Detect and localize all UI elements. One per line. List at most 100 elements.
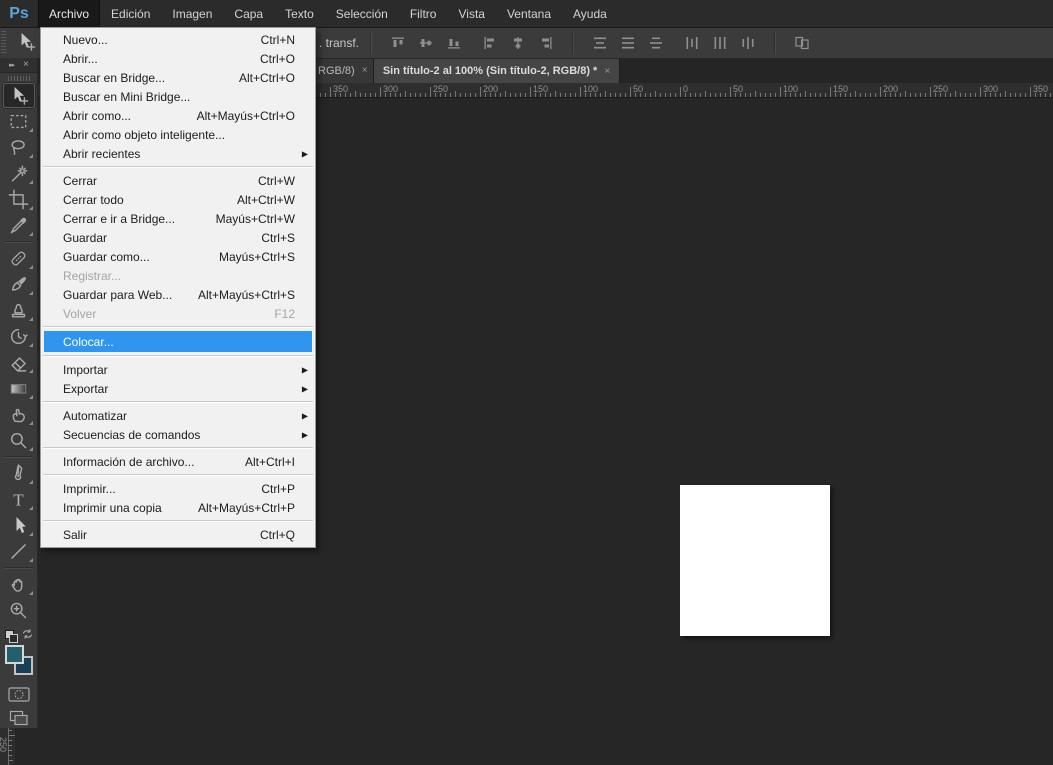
move-tool-button[interactable]	[3, 83, 35, 108]
menu-item-shortcut: Ctrl+S	[261, 231, 295, 245]
menu-item-colocar[interactable]: Colocar...	[44, 331, 312, 352]
ruler-tick	[815, 93, 816, 97]
menu-item-abrir-como-objeto-inteligente[interactable]: Abrir como objeto inteligente...	[41, 125, 315, 144]
line-tool-button[interactable]	[3, 539, 35, 564]
foreground-color-swatch[interactable]	[5, 645, 24, 664]
path-selection-tool-button[interactable]	[3, 513, 35, 538]
rectangular-marquee-tool-button[interactable]	[3, 109, 35, 134]
smudge-tool-button[interactable]	[3, 402, 35, 427]
healing-brush-tool-button[interactable]	[3, 246, 35, 271]
ruler-tick	[9, 745, 12, 746]
menu-item-nuevo[interactable]: Nuevo...Ctrl+N	[41, 30, 315, 49]
align-right-edges-button[interactable]	[535, 32, 557, 54]
lasso-tool-button[interactable]	[3, 135, 35, 160]
align-horizontal-centers-button[interactable]	[507, 32, 529, 54]
menu-item-automatizar[interactable]: Automatizar▶	[41, 406, 315, 425]
svg-text:T: T	[13, 490, 24, 509]
distribute-vertical-centers-button[interactable]	[617, 32, 639, 54]
quick-mask-button[interactable]	[4, 683, 34, 705]
menu-seleccion[interactable]: Selección	[325, 0, 399, 27]
submenu-arrow-icon: ▶	[302, 384, 308, 393]
tab-label: Sin título-2 al 100% (Sin título-2, RGB/…	[383, 65, 598, 77]
align-top-edges-icon	[390, 35, 406, 51]
type-tool-button[interactable]: T	[3, 487, 35, 512]
distribute-right-edges-button[interactable]	[737, 32, 759, 54]
tool-separator	[4, 456, 33, 458]
menu-item-guardar-como[interactable]: Guardar como...Mayús+Ctrl+S	[41, 247, 315, 266]
menu-ayuda[interactable]: Ayuda	[562, 0, 618, 27]
menu-edicion[interactable]: Edición	[100, 0, 161, 27]
tools-panel-gripper[interactable]	[8, 76, 30, 81]
menu-item-importar[interactable]: Importar▶	[41, 360, 315, 379]
close-panel-icon[interactable]: ×	[23, 60, 29, 70]
tool-separator	[4, 567, 33, 569]
zoom-tool-button[interactable]	[3, 598, 35, 623]
crop-tool-button[interactable]	[3, 187, 35, 212]
options-bar-gripper[interactable]	[1, 31, 6, 54]
menu-item-abrir-como[interactable]: Abrir como...Alt+Mayús+Ctrl+O	[41, 106, 315, 125]
menu-item-cerrar-todo[interactable]: Cerrar todoAlt+Ctrl+W	[41, 190, 315, 209]
screen-mode-button[interactable]	[4, 707, 34, 729]
dodge-tool-button[interactable]	[3, 428, 35, 453]
align-bottom-edges-button[interactable]	[443, 32, 465, 54]
document-tab-active[interactable]: Sin título-2 al 100% (Sin título-2, RGB/…	[374, 58, 620, 83]
auto-align-layers-button[interactable]	[791, 32, 813, 54]
menu-item-secuencias-de-comandos[interactable]: Secuencias de comandos▶	[41, 425, 315, 444]
magic-wand-tool-button[interactable]	[3, 161, 35, 186]
distribute-top-edges-button[interactable]	[589, 32, 611, 54]
menu-imagen[interactable]: Imagen	[161, 0, 223, 27]
menu-item-cerrar-e-ir-a-bridge[interactable]: Cerrar e ir a Bridge...Mayús+Ctrl+W	[41, 209, 315, 228]
distribute-horizontal-centers-button[interactable]	[709, 32, 731, 54]
ruler-tick	[540, 93, 541, 97]
menu-item-cerrar[interactable]: CerrarCtrl+W	[41, 171, 315, 190]
menu-texto[interactable]: Texto	[274, 0, 325, 27]
menu-item-label: Imprimir una copia	[63, 501, 162, 515]
menu-item-exportar[interactable]: Exportar▶	[41, 379, 315, 398]
menu-item-abrir-recientes[interactable]: Abrir recientes▶	[41, 144, 315, 163]
history-brush-tool-button[interactable]	[3, 324, 35, 349]
vertical-ruler-label: 250	[0, 737, 8, 752]
align-left-edges-button[interactable]	[479, 32, 501, 54]
eyedropper-tool-button[interactable]	[3, 213, 35, 238]
hand-tool-button[interactable]	[3, 572, 35, 597]
ruler-tick	[785, 93, 786, 97]
collapse-panel-icon[interactable]: ▸▸	[9, 62, 14, 69]
menu-ventana[interactable]: Ventana	[496, 0, 562, 27]
menu-item-abrir[interactable]: Abrir...Ctrl+O	[41, 49, 315, 68]
magic-wand-tool-icon	[8, 163, 29, 184]
ruler-tick	[1020, 93, 1021, 97]
close-tab-icon[interactable]: ×	[362, 65, 368, 76]
clone-stamp-tool-icon	[8, 300, 29, 321]
rectangular-marquee-tool-icon	[8, 111, 29, 132]
swap-colors-icon[interactable]	[21, 628, 34, 641]
distribute-left-edges-button[interactable]	[681, 32, 703, 54]
menu-archivo[interactable]: Archivo	[38, 0, 100, 27]
ruler-tick	[780, 87, 781, 97]
align-top-edges-button[interactable]	[387, 32, 409, 54]
gradient-tool-button[interactable]	[3, 376, 35, 401]
menu-item-buscar-en-mini-bridge[interactable]: Buscar en Mini Bridge...	[41, 87, 315, 106]
close-tab-icon[interactable]: ×	[604, 66, 610, 77]
align-right-edges-icon	[538, 35, 554, 51]
menu-filtro[interactable]: Filtro	[399, 0, 448, 27]
menu-item-imprimir-una-copia[interactable]: Imprimir una copia Alt+Mayús+Ctrl+P	[41, 498, 315, 517]
menu-item-buscar-en-bridge[interactable]: Buscar en Bridge...Alt+Ctrl+O	[41, 68, 315, 87]
menu-vista[interactable]: Vista	[447, 0, 495, 27]
menu-item-imprimir[interactable]: Imprimir...Ctrl+P	[41, 479, 315, 498]
align-vertical-centers-button[interactable]	[415, 32, 437, 54]
brush-tool-button[interactable]	[3, 272, 35, 297]
distribute-bottom-edges-button[interactable]	[645, 32, 667, 54]
document-canvas[interactable]	[680, 485, 830, 636]
eraser-tool-button[interactable]	[3, 350, 35, 375]
clone-stamp-tool-button[interactable]	[3, 298, 35, 323]
menu-item-guardar-para-web[interactable]: Guardar para Web...Alt+Mayús+Ctrl+S	[41, 285, 315, 304]
menu-item-label: Guardar para Web...	[63, 288, 172, 302]
document-tab-inactive[interactable]: RGB/8) ×	[316, 58, 374, 83]
menu-item-guardar[interactable]: GuardarCtrl+S	[41, 228, 315, 247]
menu-capa[interactable]: Capa	[223, 0, 274, 27]
menu-item-informacion-de-archivo[interactable]: Información de archivo...Alt+Ctrl+I	[41, 452, 315, 471]
menu-item-shortcut: Alt+Ctrl+W	[237, 193, 295, 207]
pen-tool-button[interactable]	[3, 461, 35, 486]
menu-item-shortcut: Alt+Mayús+Ctrl+P	[198, 501, 295, 515]
menu-item-salir[interactable]: SalirCtrl+Q	[41, 525, 315, 544]
